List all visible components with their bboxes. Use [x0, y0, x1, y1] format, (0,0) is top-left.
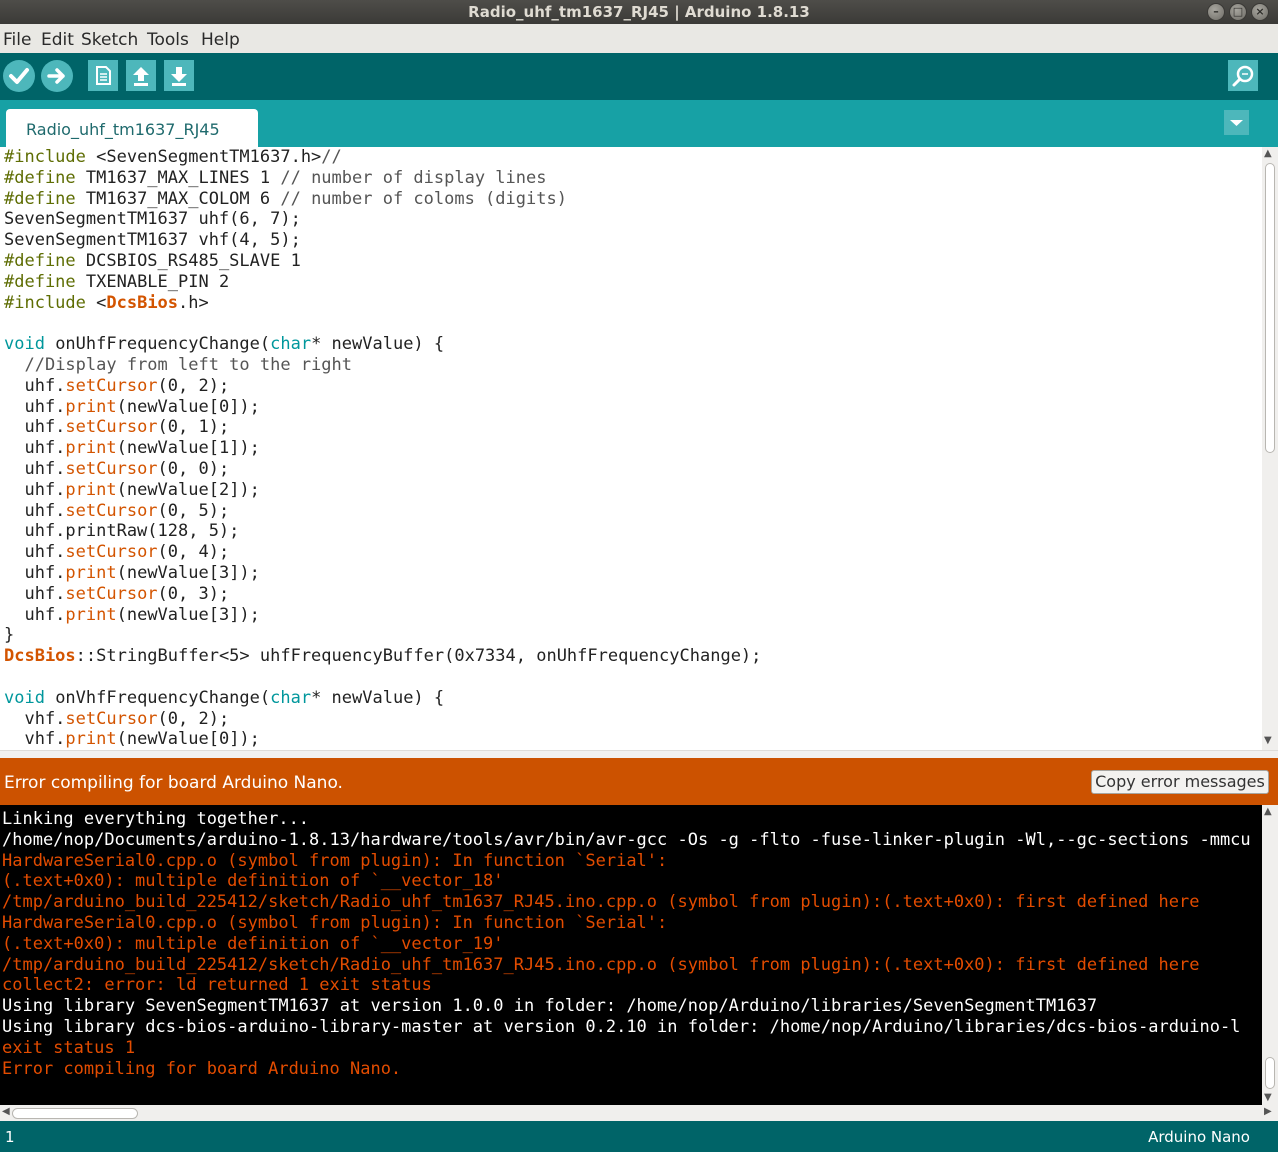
menu-help[interactable]: Help	[201, 30, 240, 50]
console-text: Linking everything together... /home/nop…	[2, 809, 1251, 1079]
tab-sketch[interactable]: Radio_uhf_tm1637_RJ45	[6, 109, 258, 147]
console-line: (.text+0x0): multiple definition of `__v…	[2, 871, 504, 892]
menu-tools[interactable]: Tools	[147, 30, 189, 50]
console-scroll-up-icon[interactable]: ▲	[1264, 806, 1272, 817]
code-line: #define DCSBIOS_RS485_SLAVE 1	[4, 250, 301, 271]
code-line: uhf.setCursor(0, 4);	[4, 542, 230, 563]
open-icon	[133, 67, 149, 86]
code-line: uhf.setCursor(0, 1);	[4, 417, 230, 438]
code-line: #define TM1637_MAX_LINES 1 // number of …	[4, 167, 547, 188]
editor-scroll-thumb[interactable]	[1265, 163, 1275, 453]
open-sketch-button[interactable]	[126, 60, 156, 91]
console-line: (.text+0x0): multiple definition of `__v…	[2, 933, 504, 954]
new-sketch-button[interactable]	[88, 60, 118, 91]
maximize-button[interactable]: □	[1229, 3, 1247, 21]
code-line: uhf.print(newValue[3]);	[4, 562, 260, 583]
menu-file[interactable]: File	[3, 30, 31, 50]
code-line: }	[4, 625, 15, 646]
scroll-left-icon[interactable]: ◀	[2, 1106, 10, 1117]
code-line: //Display from left to the right	[24, 354, 352, 375]
copy-error-messages-button[interactable]: Copy error messages	[1091, 770, 1269, 794]
error-status-bar: Error compiling for board Arduino Nano. …	[0, 758, 1278, 805]
console-scroll-down-icon[interactable]: ▼	[1264, 1092, 1272, 1103]
code-line: SevenSegmentTM1637 vhf(4, 5);	[4, 230, 301, 251]
maximize-icon: □	[1232, 5, 1244, 18]
board-name: Arduino Nano	[1148, 1128, 1250, 1146]
console-line: Using library dcs-bios-arduino-library-m…	[2, 1016, 1241, 1037]
code-line: uhf.print(newValue[0]);	[4, 396, 260, 417]
chevron-down-icon	[1230, 120, 1243, 126]
tab-menu-button[interactable]	[1224, 110, 1249, 135]
upload-button[interactable]	[41, 60, 73, 92]
menu-bar: File Edit Sketch Tools Help	[0, 24, 1278, 53]
code-line: #define TM1637_MAX_COLOM 6 // number of …	[4, 188, 567, 209]
console-line: /tmp/arduino_build_225412/sketch/Radio_u…	[2, 892, 1200, 913]
scroll-up-icon[interactable]: ▲	[1264, 148, 1272, 159]
save-sketch-button[interactable]	[164, 60, 194, 91]
code-line: void onVhfFrequencyChange(char* newValue…	[4, 687, 445, 708]
console-horizontal-scrollbar[interactable]: ◀ ▶	[0, 1105, 1278, 1121]
status-message: Error compiling for board Arduino Nano.	[4, 773, 343, 793]
code-text[interactable]: #include <SevenSegmentTM1637.h>// #defin…	[4, 147, 761, 750]
code-line: uhf.setCursor(0, 3);	[4, 583, 230, 604]
console-line: HardwareSerial0.cpp.o (symbol from plugi…	[2, 850, 668, 871]
console-vertical-scrollbar[interactable]: ▲ ▼	[1262, 805, 1278, 1105]
code-line: uhf.printRaw(128, 5);	[4, 521, 240, 542]
code-line: DcsBios::StringBuffer<5> uhfFrequencyBuf…	[4, 646, 762, 667]
code-line: SevenSegmentTM1637 uhf(6, 7);	[4, 209, 301, 230]
code-line: #include <SevenSegmentTM1637.h>//	[4, 147, 342, 167]
code-line: uhf.setCursor(0, 5);	[4, 500, 230, 521]
console-line: /home/nop/Documents/arduino-1.8.13/hardw…	[2, 829, 1251, 850]
menu-edit[interactable]: Edit	[41, 30, 74, 50]
code-line: #define TXENABLE_PIN 2	[4, 271, 230, 292]
code-editor[interactable]: #include <SevenSegmentTM1637.h>// #defin…	[0, 147, 1262, 750]
code-line: uhf.print(newValue[3]);	[4, 604, 260, 625]
console-line: collect2: error: ld returned 1 exit stat…	[2, 975, 432, 996]
console-output[interactable]: Linking everything together... /home/nop…	[0, 805, 1262, 1105]
save-icon	[171, 67, 187, 86]
minimize-icon: –	[1213, 5, 1219, 18]
tab-bar: Radio_uhf_tm1637_RJ45	[0, 100, 1278, 147]
bottom-status-bar: 1 Arduino Nano	[0, 1121, 1278, 1152]
code-line: vhf.print(newValue[0]);	[4, 729, 260, 750]
serial-monitor-icon	[1232, 65, 1254, 87]
console-scroll-thumb[interactable]	[1265, 1057, 1275, 1089]
new-icon	[96, 66, 111, 85]
code-line: uhf.setCursor(0, 2);	[4, 375, 230, 396]
toolbar	[0, 53, 1278, 100]
console-line: /tmp/arduino_build_225412/sketch/Radio_u…	[2, 954, 1200, 975]
scroll-right-icon[interactable]: ▶	[1264, 1106, 1272, 1117]
serial-monitor-button[interactable]	[1228, 60, 1258, 91]
close-button[interactable]: ×	[1251, 3, 1269, 21]
console-line: exit status 1	[2, 1037, 136, 1058]
line-number: 1	[5, 1128, 15, 1146]
console-line: Linking everything together...	[2, 809, 310, 829]
close-icon: ×	[1255, 5, 1265, 18]
code-line: uhf.print(newValue[1]);	[4, 438, 260, 459]
minimize-button[interactable]: –	[1207, 3, 1225, 21]
title-bar: Radio_uhf_tm1637_RJ45 | Arduino 1.8.13 –…	[0, 0, 1278, 24]
verify-icon	[9, 68, 29, 84]
verify-button[interactable]	[3, 60, 35, 92]
console-line: HardwareSerial0.cpp.o (symbol from plugi…	[2, 912, 668, 933]
console-hscroll-thumb[interactable]	[12, 1108, 138, 1119]
window-title: Radio_uhf_tm1637_RJ45 | Arduino 1.8.13	[468, 3, 810, 21]
tab-label: Radio_uhf_tm1637_RJ45	[26, 120, 220, 139]
code-line: void onUhfFrequencyChange(char* newValue…	[4, 334, 445, 355]
scroll-down-icon[interactable]: ▼	[1264, 735, 1272, 746]
menu-sketch[interactable]: Sketch	[81, 30, 138, 50]
code-line: uhf.print(newValue[2]);	[4, 479, 260, 500]
editor-vertical-scrollbar[interactable]: ▲ ▼	[1262, 147, 1278, 750]
code-line: #include <DcsBios.h>	[4, 292, 209, 313]
console-line: Error compiling for board Arduino Nano.	[2, 1058, 402, 1079]
console-line: Using library SevenSegmentTM1637 at vers…	[2, 996, 1098, 1017]
code-line: uhf.setCursor(0, 0);	[4, 458, 230, 479]
code-line: vhf.setCursor(0, 2);	[4, 708, 230, 729]
upload-icon	[47, 68, 65, 84]
